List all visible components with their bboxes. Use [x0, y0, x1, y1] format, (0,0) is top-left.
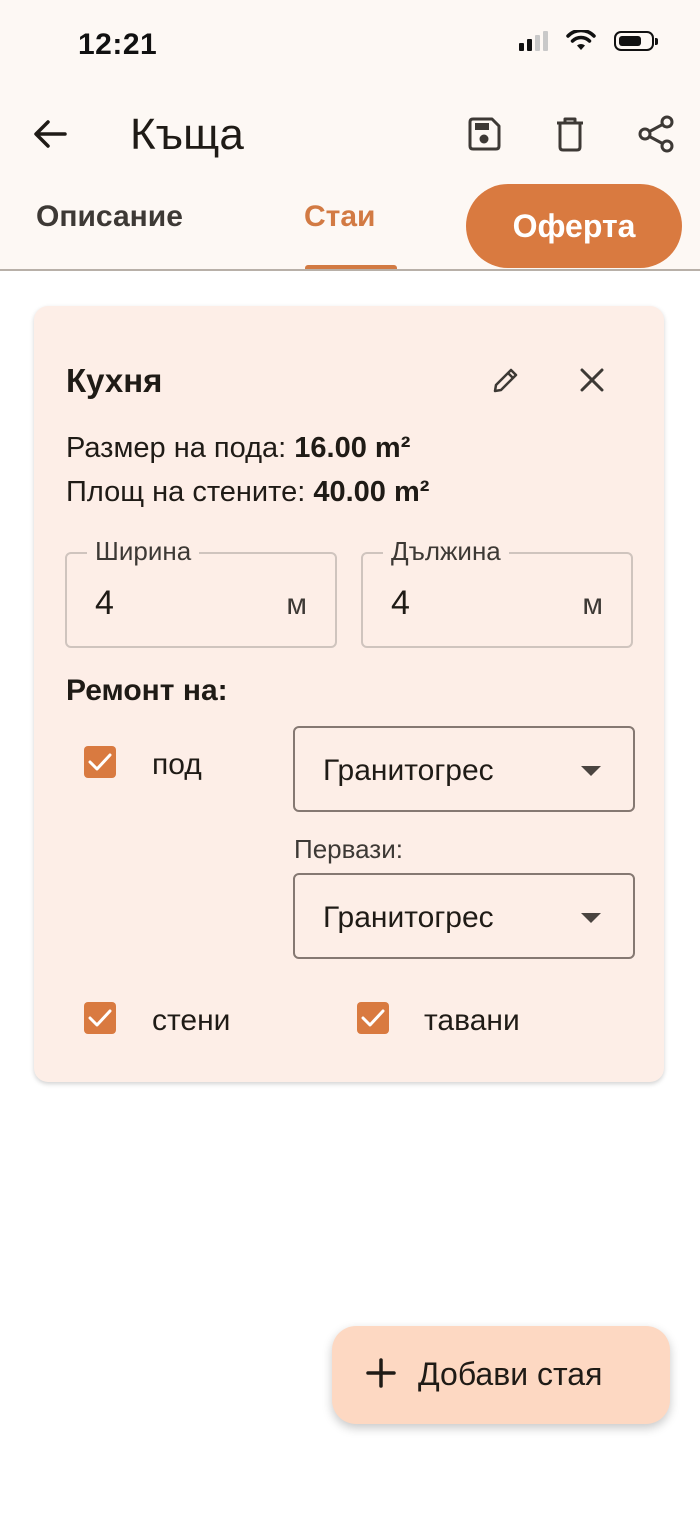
wifi-icon	[566, 30, 596, 50]
walls-checkbox[interactable]	[84, 1002, 116, 1034]
delete-icon[interactable]	[546, 110, 594, 158]
floor-checkbox[interactable]	[84, 746, 116, 778]
checkmark-icon	[88, 753, 112, 771]
back-arrow-icon[interactable]	[26, 110, 74, 158]
tab-rooms[interactable]: Стаи	[304, 200, 375, 270]
tabs-divider	[0, 269, 700, 271]
page-title: Къща	[130, 110, 244, 159]
battery-icon	[614, 31, 658, 51]
width-label: Ширина	[87, 536, 200, 567]
floor-size-value: 16.00 m²	[294, 432, 411, 464]
floor-size-label: Размер на пода:	[66, 432, 287, 464]
edit-pencil-icon[interactable]	[482, 356, 530, 404]
baseboards-material-value: Гранитогрес	[323, 901, 494, 934]
floor-size-info: Размер на пода: 16.00 m²	[66, 432, 410, 465]
save-icon[interactable]	[460, 110, 508, 158]
wall-area-value: 40.00 m²	[313, 476, 430, 508]
dropdown-arrow-icon	[581, 913, 601, 923]
length-unit: м	[582, 588, 603, 621]
app-bar: 12:21 Къща Описание Стаи Оферта	[0, 0, 700, 270]
floor-material-value: Гранитогрес	[323, 754, 494, 787]
wall-area-label: Площ на стените:	[66, 476, 306, 508]
walls-label: стени	[152, 1004, 231, 1037]
width-unit: м	[286, 588, 307, 621]
repair-section-title: Ремонт на:	[66, 674, 228, 707]
floor-material-select[interactable]: Гранитогрес	[293, 726, 635, 812]
ceilings-label: тавани	[424, 1004, 520, 1037]
room-name: Кухня	[66, 362, 163, 399]
cellular-signal-icon	[519, 31, 548, 51]
ceilings-checkbox[interactable]	[357, 1002, 389, 1034]
length-field[interactable]: Дължина 4 м	[361, 536, 633, 648]
baseboards-label: Первази:	[294, 834, 403, 864]
floor-label: под	[152, 748, 202, 781]
length-label: Дължина	[383, 536, 509, 567]
wall-area-info: Площ на стените: 40.00 m²	[66, 476, 429, 509]
tab-description[interactable]: Описание	[36, 200, 183, 270]
room-card: Кухня Размер на пода: 16.00 m² Площ на с…	[34, 306, 664, 1082]
width-field[interactable]: Ширина 4 м	[65, 536, 337, 648]
dropdown-arrow-icon	[581, 766, 601, 776]
status-time: 12:21	[78, 28, 158, 61]
close-icon[interactable]	[568, 356, 616, 404]
add-room-button[interactable]: Добави стая	[332, 1326, 670, 1424]
width-value: 4	[95, 584, 114, 622]
add-room-label: Добави стая	[418, 1356, 603, 1392]
baseboards-material-select[interactable]: Гранитогрес	[293, 873, 635, 959]
tab-offer-button[interactable]: Оферта	[466, 184, 682, 268]
status-icons	[519, 30, 658, 52]
share-icon[interactable]	[632, 110, 680, 158]
plus-icon	[366, 1358, 396, 1388]
checkmark-icon	[88, 1009, 112, 1027]
checkmark-icon	[361, 1009, 385, 1027]
length-value: 4	[391, 584, 410, 622]
